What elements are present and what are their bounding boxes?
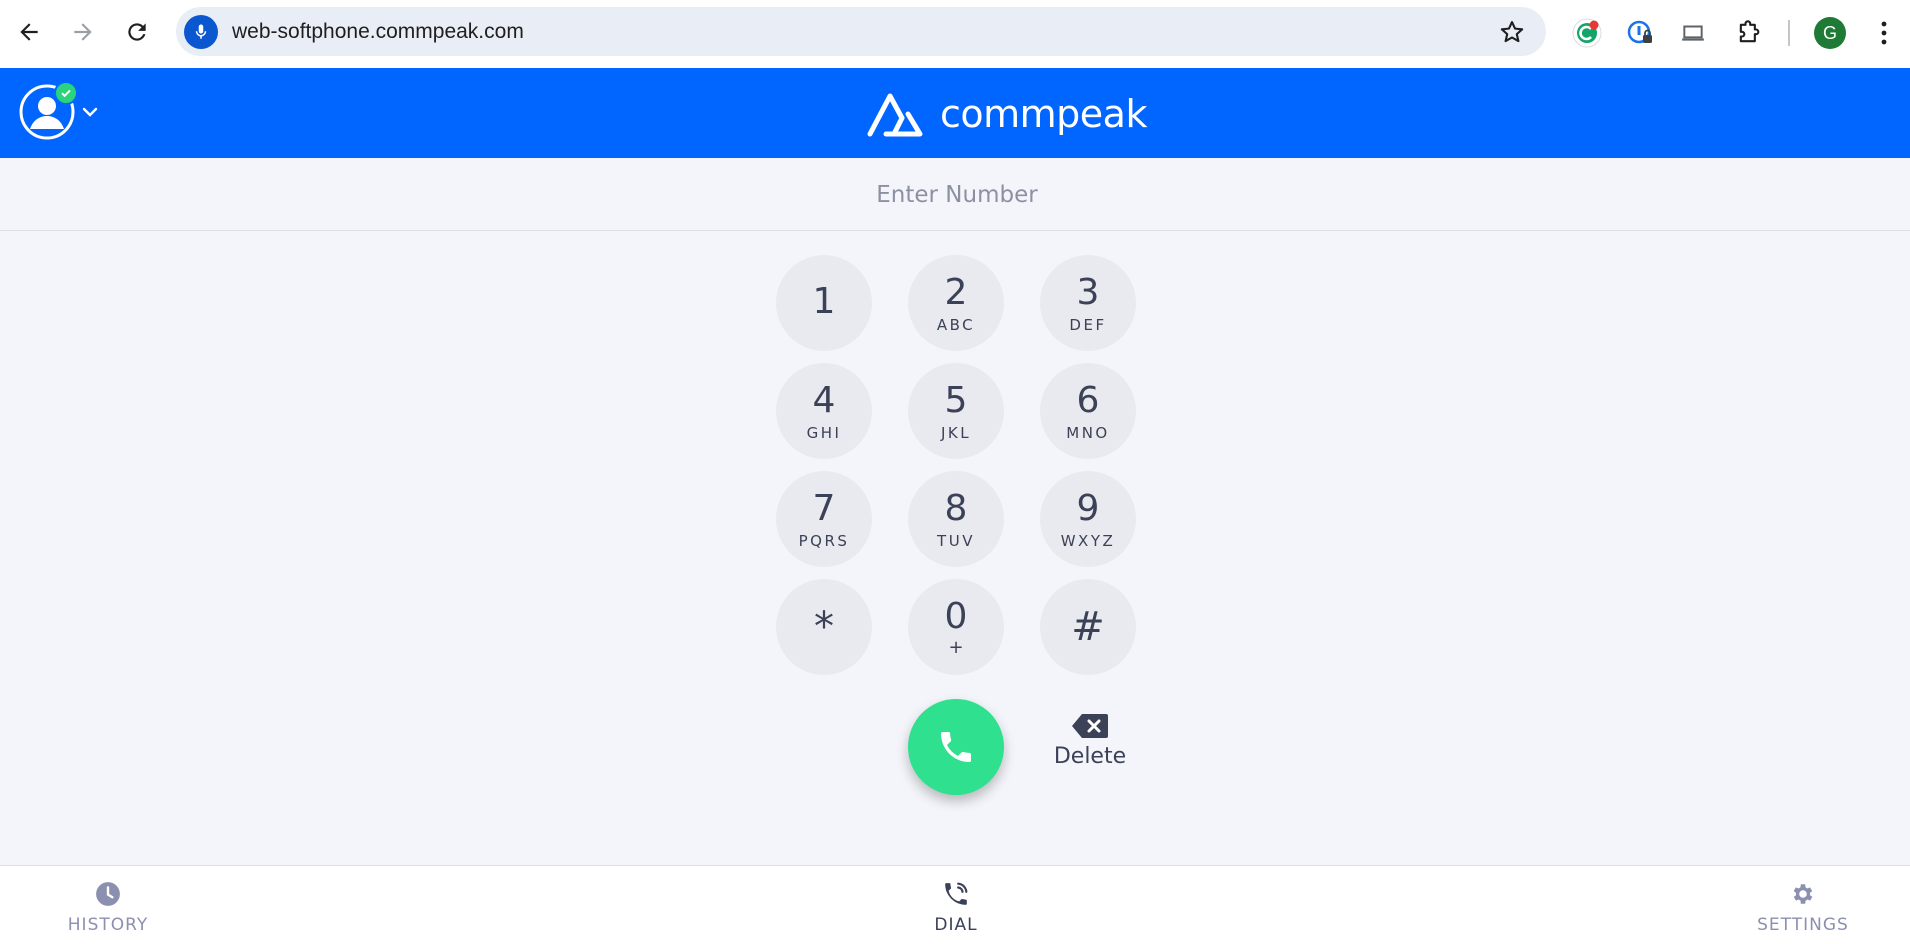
more-vert-icon[interactable]: [1872, 16, 1896, 50]
delete-label: Delete: [1053, 744, 1127, 769]
key-2[interactable]: 2 ABC: [908, 255, 1004, 351]
extension-grammar-icon[interactable]: [1570, 16, 1604, 50]
arrow-right-icon: [74, 23, 92, 41]
number-field: [0, 158, 1910, 232]
status-online-check-icon: [54, 81, 78, 105]
chevron-down-icon[interactable]: [80, 102, 100, 122]
reload-icon: [128, 23, 146, 41]
bookmark-star-icon[interactable]: [1498, 18, 1526, 46]
brand-name: commpeak: [940, 92, 1147, 136]
key-6[interactable]: 6 MNO: [1040, 363, 1136, 459]
app-header: commpeak: [0, 68, 1910, 158]
tab-dial[interactable]: DIAL: [876, 866, 1036, 944]
key-0[interactable]: 0 +: [908, 579, 1004, 675]
arrow-left-icon: [20, 23, 38, 41]
microphone-icon[interactable]: [184, 15, 218, 49]
browser-profile-avatar[interactable]: G: [1814, 17, 1846, 49]
key-3[interactable]: 3 DEF: [1040, 255, 1136, 351]
clock-icon: [96, 882, 120, 906]
forward-button[interactable]: [68, 14, 98, 50]
call-button[interactable]: [908, 699, 1004, 795]
key-9[interactable]: 9 WXYZ: [1040, 471, 1136, 567]
backspace-icon: [1072, 714, 1108, 738]
brand-logo: commpeak: [866, 86, 1147, 142]
toolbar-divider: [1788, 20, 1790, 46]
extension-password-icon[interactable]: [1624, 16, 1658, 50]
gear-icon: [1793, 884, 1813, 904]
bottom-tab-bar: HISTORY DIAL SETTINGS: [0, 865, 1910, 944]
phone-dial-icon: [945, 882, 968, 905]
number-input[interactable]: [0, 158, 1910, 232]
commpeak-logo-icon: [867, 93, 923, 137]
key-4[interactable]: 4 GHI: [776, 363, 872, 459]
tab-history[interactable]: HISTORY: [28, 866, 188, 944]
delete-button[interactable]: Delete: [1040, 712, 1140, 782]
tab-settings[interactable]: SETTINGS: [1723, 866, 1883, 944]
back-button[interactable]: [14, 14, 44, 50]
reload-button[interactable]: [122, 14, 152, 50]
key-hash[interactable]: #: [1040, 579, 1136, 675]
key-star[interactable]: *: [776, 579, 872, 675]
browser-toolbar: web-softphone.commpeak.com G: [0, 0, 1910, 69]
key-5[interactable]: 5 JKL: [908, 363, 1004, 459]
phone-icon: [941, 732, 971, 762]
key-1[interactable]: 1: [776, 255, 872, 351]
address-bar[interactable]: web-softphone.commpeak.com: [176, 7, 1546, 56]
extensions-puzzle-icon[interactable]: [1732, 16, 1766, 50]
key-8[interactable]: 8 TUV: [908, 471, 1004, 567]
url-text[interactable]: web-softphone.commpeak.com: [232, 7, 524, 56]
key-7[interactable]: 7 PQRS: [776, 471, 872, 567]
laptop-icon[interactable]: [1676, 16, 1710, 50]
